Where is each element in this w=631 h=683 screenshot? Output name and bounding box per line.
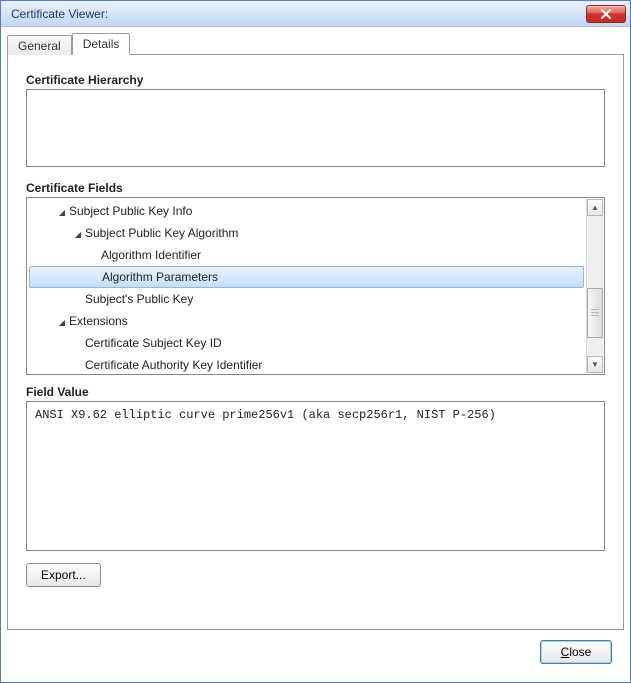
scroll-thumb[interactable] <box>587 288 603 338</box>
tree-row-label: Subject Public Key Info <box>69 204 192 218</box>
fields-label: Certificate Fields <box>26 181 605 195</box>
export-button[interactable]: Export... <box>26 563 101 587</box>
close-button[interactable]: Close <box>540 640 612 664</box>
close-button-suffix: lose <box>569 645 591 659</box>
window-close-button[interactable] <box>586 5 626 23</box>
tree-row-label: Certificate Subject Key ID <box>85 336 222 350</box>
tree-row-label: Extensions <box>69 314 128 328</box>
tree-row-label: Algorithm Parameters <box>102 270 218 284</box>
collapse-icon[interactable]: ◢ <box>57 202 67 224</box>
tree-row[interactable]: Algorithm Identifier <box>29 244 584 266</box>
tree-row[interactable]: ◢Subject Public Key Algorithm <box>29 222 584 244</box>
certificate-hierarchy-tree[interactable] <box>26 89 605 167</box>
tree-row[interactable]: ◢Extensions <box>29 310 584 332</box>
collapse-icon[interactable]: ◢ <box>73 224 83 246</box>
certificate-fields-tree[interactable]: ◢Subject Public Key Info◢Subject Public … <box>26 197 605 375</box>
scroll-up-button[interactable]: ▲ <box>587 199 603 216</box>
tree-row-label: Certificate Authority Key Identifier <box>85 358 262 372</box>
tab-panel-details: Certificate Hierarchy Certificate Fields… <box>7 54 624 630</box>
tree-row[interactable]: Certificate Subject Key ID <box>29 332 584 354</box>
value-label: Field Value <box>26 385 605 399</box>
tree-row-label: Subject's Public Key <box>85 292 193 306</box>
tree-row-label: Algorithm Identifier <box>101 248 201 262</box>
content-area: General Details Certificate Hierarchy Ce… <box>1 27 630 682</box>
certificate-viewer-window: Certificate Viewer: General Details Cert… <box>0 0 631 683</box>
titlebar[interactable]: Certificate Viewer: <box>1 1 630 27</box>
scroll-down-button[interactable]: ▼ <box>587 356 603 373</box>
dialog-footer: Close <box>7 630 624 676</box>
tree-row[interactable]: Algorithm Parameters <box>29 266 584 288</box>
tab-details[interactable]: Details <box>72 33 131 55</box>
tree-row-label: Subject Public Key Algorithm <box>85 226 238 240</box>
scroll-track[interactable] <box>587 216 603 356</box>
fields-scrollbar[interactable]: ▲ ▼ <box>586 199 603 373</box>
tab-general[interactable]: General <box>7 35 72 55</box>
tree-row[interactable]: ◢Subject Public Key Info <box>29 200 584 222</box>
tree-row[interactable]: Subject's Public Key <box>29 288 584 310</box>
close-icon <box>601 9 611 19</box>
field-value-box[interactable]: ANSI X9.62 elliptic curve prime256v1 (ak… <box>26 401 605 551</box>
window-title: Certificate Viewer: <box>11 7 108 21</box>
collapse-icon[interactable]: ◢ <box>57 312 67 334</box>
hierarchy-label: Certificate Hierarchy <box>26 73 605 87</box>
tab-strip: General Details <box>7 33 624 55</box>
tree-row[interactable]: Certificate Authority Key Identifier <box>29 354 584 375</box>
